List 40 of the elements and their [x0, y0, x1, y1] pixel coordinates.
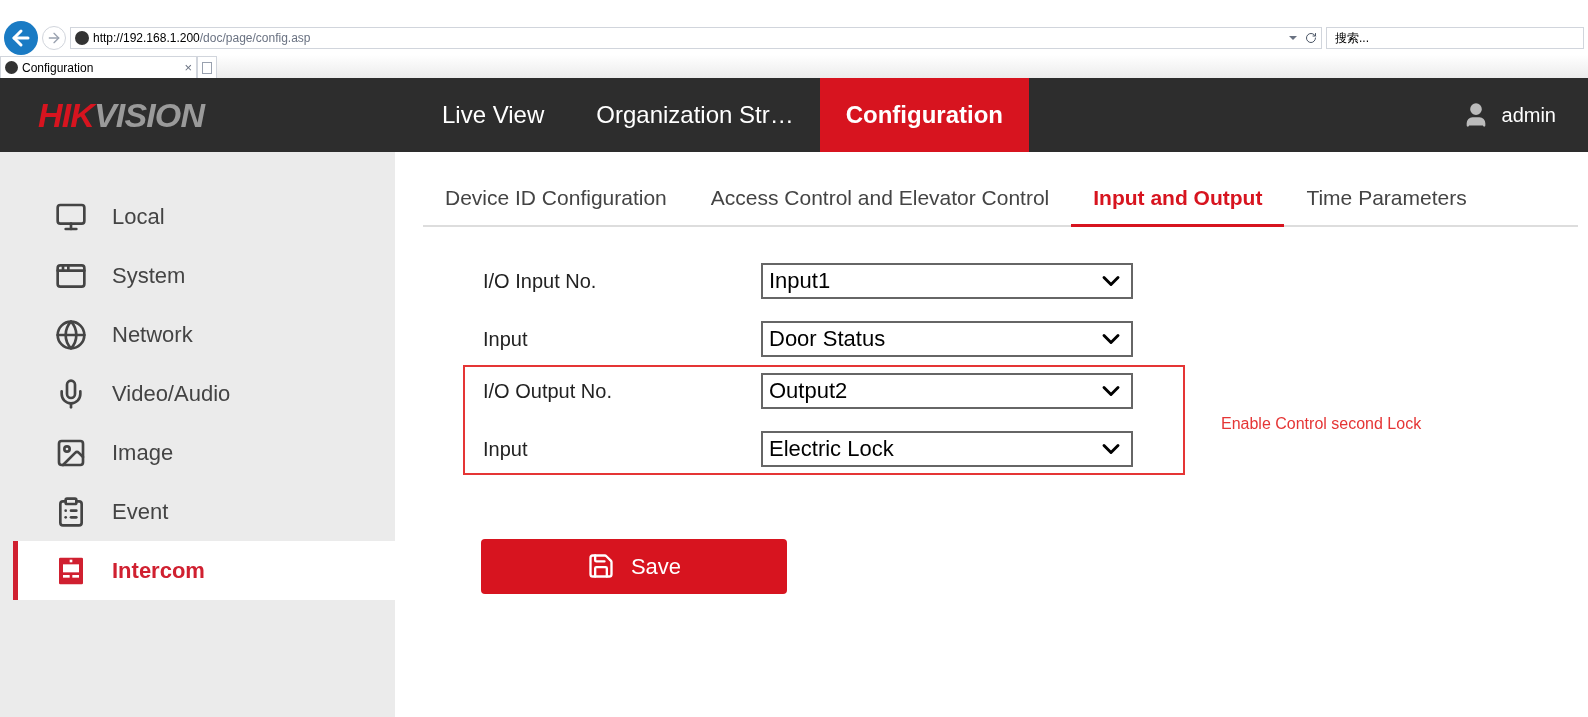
sidebar-item[interactable]: System [13, 246, 395, 305]
sidebar-item[interactable]: Event [13, 482, 395, 541]
new-tab-button[interactable] [197, 56, 217, 78]
close-tab-button[interactable]: × [184, 57, 192, 78]
select-field[interactable]: Electric Lock [761, 430, 1133, 467]
globe-icon [55, 318, 87, 351]
config-tab[interactable]: Access Control and Elevator Control [688, 170, 1072, 227]
config-tab[interactable]: Input and Output [1071, 170, 1285, 227]
username[interactable]: admin [1501, 100, 1556, 130]
field-label: I/O Output No. [483, 378, 613, 404]
save-icon [586, 552, 615, 580]
site-icon [75, 30, 89, 45]
url-text: http://192.168.1.200/doc/page/config.asp [93, 29, 311, 47]
sidebar-item[interactable]: Local [13, 187, 395, 246]
site-icon [5, 61, 18, 74]
nav-tab[interactable]: Organization Str… [570, 78, 820, 152]
field-label: I/O Input No. [483, 268, 598, 294]
refresh-icon[interactable] [1305, 31, 1317, 44]
save-button[interactable]: Save [481, 538, 787, 594]
field-label: Input [483, 436, 529, 462]
browser-tab[interactable]: Configuration × [0, 56, 197, 78]
back-button[interactable] [4, 20, 38, 55]
select-field[interactable]: Door Status [761, 320, 1133, 357]
tab-title: Configuration [22, 59, 95, 77]
select-field[interactable]: Output2 [761, 372, 1133, 409]
address-field[interactable]: http://192.168.1.200/doc/page/config.asp [70, 26, 1322, 49]
nav-tab[interactable]: Configuration [819, 78, 1029, 152]
sidebar-item[interactable]: Video/Audio [13, 364, 395, 423]
annotation-text: Enable Control second Lock [1221, 413, 1422, 434]
sidebar-item[interactable]: Image [13, 423, 395, 482]
config-tab[interactable]: Device ID Configuration [423, 170, 689, 227]
nav-tab[interactable]: Live View [416, 78, 571, 152]
search-field[interactable]: 搜索... [1326, 26, 1584, 49]
sidebar-item[interactable]: Intercom [13, 541, 395, 600]
logo: HIKVISION [37, 94, 207, 136]
field-label: Input [483, 326, 529, 352]
select-field[interactable]: Input1 [761, 262, 1133, 299]
sidebar-item[interactable]: Network [13, 305, 395, 364]
config-tab[interactable]: Time Parameters [1284, 170, 1489, 227]
dropdown-icon[interactable] [1289, 35, 1297, 40]
